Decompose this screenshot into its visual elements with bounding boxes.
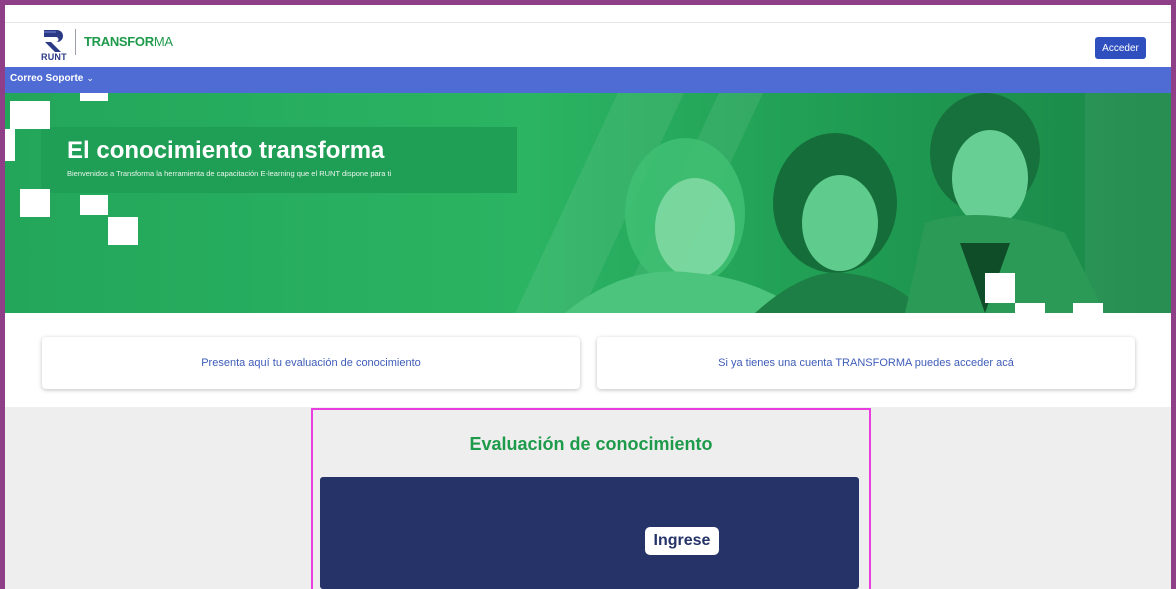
decor-square xyxy=(1015,303,1045,313)
login-button[interactable]: Acceder xyxy=(1095,37,1146,59)
evaluation-highlight-box: Evaluación de conocimiento Ingrese xyxy=(311,408,871,589)
hero-title: El conocimiento transforma xyxy=(67,137,385,164)
nav-item-label: Correo Soporte xyxy=(10,73,84,84)
decor-square xyxy=(985,273,1015,303)
runt-logo-text: RUNT xyxy=(41,52,67,62)
hero-subtitle: Bienvenidos a Transforma la herramienta … xyxy=(67,169,392,178)
nav-item-correo-soporte[interactable]: Correo Soporte ⌄ xyxy=(10,73,94,84)
hero-people-image xyxy=(565,93,1105,313)
logo-divider xyxy=(75,29,76,55)
transforma-logo[interactable]: TRANSFORMA xyxy=(84,34,173,49)
brand-light: MA xyxy=(153,34,173,49)
brand-bold: TRANSFOR xyxy=(84,34,154,49)
decor-square xyxy=(80,195,108,215)
evaluation-section: Evaluación de conocimiento Ingrese xyxy=(5,407,1171,589)
decor-square xyxy=(20,189,50,217)
evaluation-panel: Ingrese xyxy=(320,477,859,589)
hero-banner: El conocimiento transforma Bienvenidos a… xyxy=(5,93,1171,313)
evaluation-title: Evaluación de conocimiento xyxy=(469,434,713,454)
ingrese-button[interactable]: Ingrese xyxy=(645,527,719,555)
action-cards: Presenta aquí tu evaluación de conocimie… xyxy=(5,313,1171,407)
hero-title-box: El conocimiento transforma Bienvenidos a… xyxy=(41,127,517,193)
evaluation-card-link[interactable]: Presenta aquí tu evaluación de conocimie… xyxy=(42,337,580,389)
decor-square xyxy=(108,217,138,245)
decor-square xyxy=(80,93,108,101)
nav-bar: Correo Soporte ⌄ xyxy=(5,67,1171,93)
account-access-card-link[interactable]: Si ya tienes una cuenta TRANSFORMA puede… xyxy=(597,337,1135,389)
chevron-down-icon: ⌄ xyxy=(86,73,94,83)
top-strip xyxy=(5,5,1171,23)
decor-square xyxy=(1073,303,1103,313)
decor-square xyxy=(5,129,15,161)
site-header: RUNT TRANSFORMA Acceder xyxy=(5,23,1171,67)
decor-square xyxy=(10,101,50,129)
